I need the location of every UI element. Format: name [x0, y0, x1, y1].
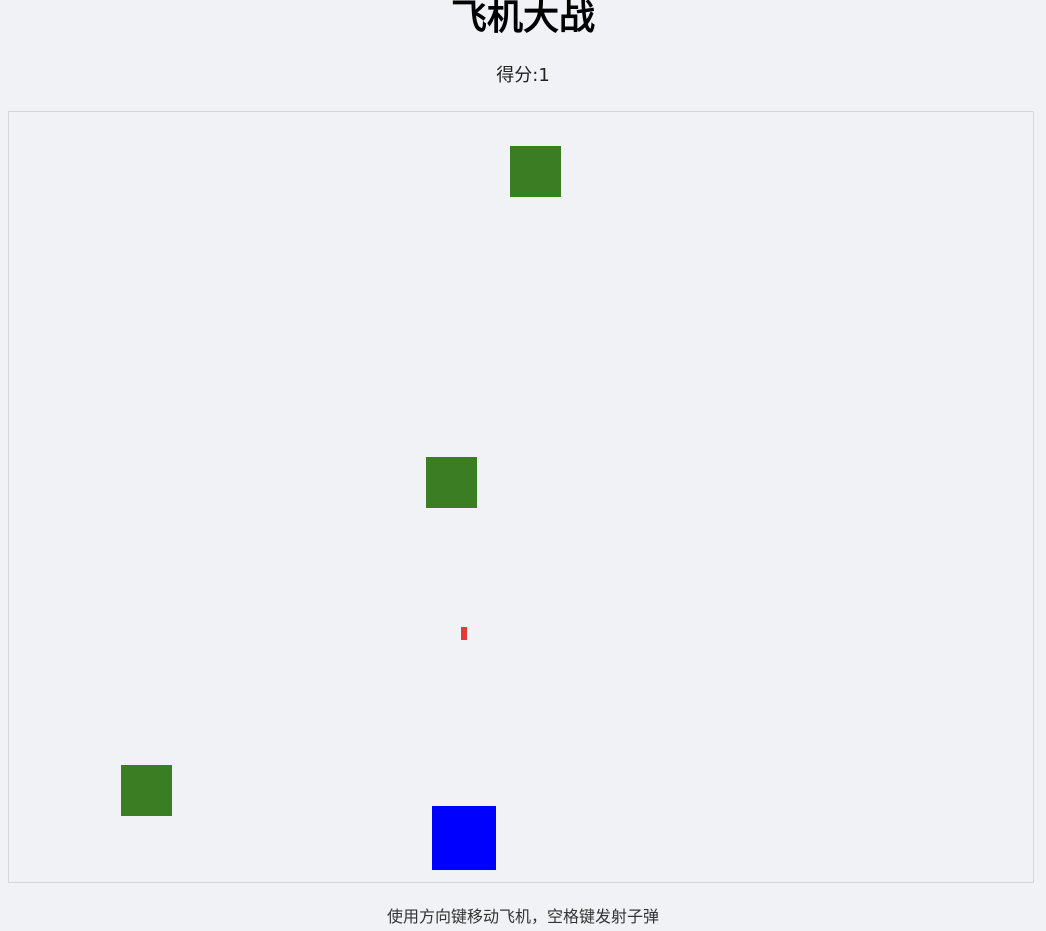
enemy-plane [510, 146, 561, 197]
enemy-plane [426, 457, 477, 508]
player-plane[interactable] [432, 806, 496, 870]
game-page: 飞机大战 得分:1 使用方向键移动飞机，空格键发射子弹 [0, 0, 1046, 931]
score-display: 得分:1 [0, 64, 1046, 88]
instructions-text: 使用方向键移动飞机，空格键发射子弹 [386, 907, 659, 926]
score-value: 1 [538, 65, 550, 86]
game-canvas[interactable] [8, 111, 1034, 883]
score-label: 得分: [496, 65, 539, 86]
enemy-plane [121, 765, 172, 816]
bullet [461, 627, 467, 640]
page-title: 飞机大战 [450, 0, 595, 38]
